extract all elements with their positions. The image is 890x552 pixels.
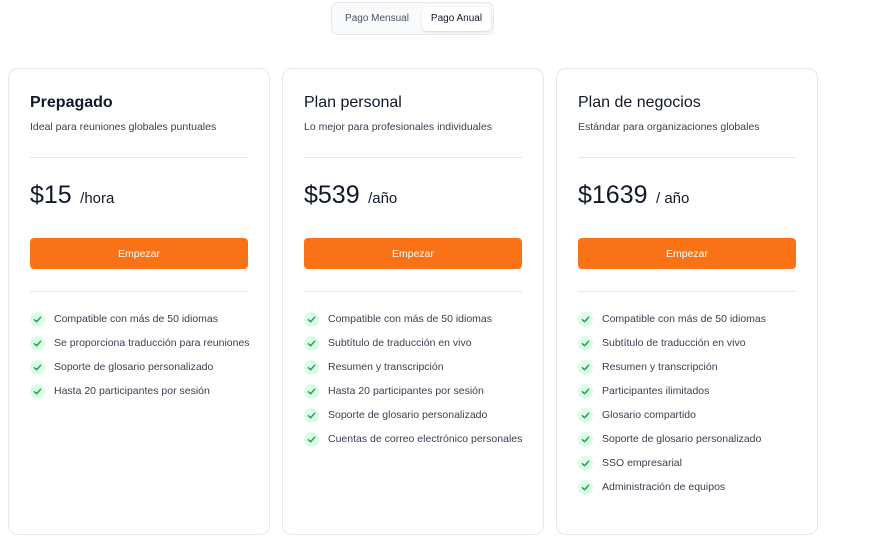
feature-item: Compatible con más de 50 idiomas xyxy=(30,312,255,327)
check-icon xyxy=(304,408,319,423)
check-icon xyxy=(304,312,319,327)
feature-item: Compatible con más de 50 idiomas xyxy=(578,312,803,327)
check-icon xyxy=(304,432,319,447)
monthly-billing-option[interactable]: Pago Mensual xyxy=(336,7,418,31)
price-unit: /hora xyxy=(80,190,115,207)
plan-card-prepaid: Prepagado Ideal para reuniones globales … xyxy=(8,68,270,535)
feature-item: Participantes ilimitados xyxy=(578,384,803,399)
divider xyxy=(30,291,248,292)
feature-text: Participantes ilimitados xyxy=(602,385,710,397)
check-icon xyxy=(304,336,319,351)
feature-item: Resumen y transcripción xyxy=(304,360,529,375)
feature-list: Compatible con más de 50 idiomas Subtítul… xyxy=(304,312,529,456)
check-icon xyxy=(30,360,45,375)
plan-subtitle: Ideal para reuniones globales puntuales xyxy=(30,121,217,133)
feature-text: Soporte de glosario personalizado xyxy=(328,409,488,421)
feature-text: Resumen y transcripción xyxy=(328,361,444,373)
feature-item: Resumen y transcripción xyxy=(578,360,803,375)
feature-item: Soporte de glosario personalizado xyxy=(304,408,529,423)
price-unit: / año xyxy=(655,190,690,207)
feature-text: Cuentas de correo electrónico personales xyxy=(328,433,523,445)
price-amount: $1639 xyxy=(578,181,648,209)
check-icon xyxy=(578,432,593,447)
get-started-button[interactable]: Empezar xyxy=(578,238,796,269)
plan-price: $15 /hora xyxy=(30,181,114,210)
feature-text: Subtítulo de traducción en vivo xyxy=(602,337,746,349)
feature-item: Soporte de glosario personalizado xyxy=(578,432,803,447)
feature-text: Soporte de glosario personalizado xyxy=(54,361,214,373)
plan-title: Prepagado xyxy=(30,94,113,111)
check-icon xyxy=(578,336,593,351)
check-icon xyxy=(30,384,45,399)
feature-text: Soporte de glosario personalizado xyxy=(602,433,762,445)
divider xyxy=(578,157,796,158)
feature-text: Compatible con más de 50 idiomas xyxy=(328,313,493,325)
plan-subtitle: Estándar para organizaciones globales xyxy=(578,121,760,133)
plan-price: $539 /año xyxy=(304,181,397,210)
feature-text: Resumen y transcripción xyxy=(602,361,718,373)
plan-title: Plan de negocios xyxy=(578,94,701,111)
feature-text: Compatible con más de 50 idiomas xyxy=(602,313,767,325)
feature-item: Soporte de glosario personalizado xyxy=(30,360,255,375)
check-icon xyxy=(30,336,45,351)
feature-item: Hasta 20 participantes por sesión xyxy=(304,384,529,399)
feature-text: Glosario compartido xyxy=(602,409,696,421)
feature-item: Hasta 20 participantes por sesión xyxy=(30,384,255,399)
price-unit: /año xyxy=(368,190,398,207)
check-icon xyxy=(304,360,319,375)
check-icon xyxy=(30,312,45,327)
plan-title: Plan personal xyxy=(304,94,402,111)
feature-item: Administración de equipos xyxy=(578,480,803,495)
feature-text: Administración de equipos xyxy=(602,481,726,493)
feature-item: Cuentas de correo electrónico personales xyxy=(304,432,529,447)
divider xyxy=(578,291,796,292)
feature-item: SSO empresarial xyxy=(578,456,803,471)
price-amount: $15 xyxy=(30,181,72,209)
feature-text: Subtítulo de traducción en vivo xyxy=(328,337,472,349)
check-icon xyxy=(578,360,593,375)
feature-text: Hasta 20 participantes por sesión xyxy=(328,385,484,397)
plan-price: $1639 / año xyxy=(578,181,689,210)
feature-text: Compatible con más de 50 idiomas xyxy=(54,313,219,325)
check-icon xyxy=(578,384,593,399)
get-started-button[interactable]: Empezar xyxy=(304,238,522,269)
divider xyxy=(304,291,522,292)
billing-toggle: Pago Mensual Pago Anual xyxy=(331,2,494,35)
feature-item: Se proporciona traducción para reuniones xyxy=(30,336,255,351)
feature-text: SSO empresarial xyxy=(602,457,682,469)
price-amount: $539 xyxy=(304,181,360,209)
feature-list: Compatible con más de 50 idiomas Se propo… xyxy=(30,312,255,408)
check-icon xyxy=(578,480,593,495)
feature-item: Glosario compartido xyxy=(578,408,803,423)
plan-subtitle: Lo mejor para profesionales individuales xyxy=(304,121,492,133)
get-started-button[interactable]: Empezar xyxy=(30,238,248,269)
feature-item: Subtítulo de traducción en vivo xyxy=(304,336,529,351)
feature-list: Compatible con más de 50 idiomas Subtítul… xyxy=(578,312,803,504)
divider xyxy=(304,157,522,158)
feature-text: Hasta 20 participantes por sesión xyxy=(54,385,210,397)
feature-item: Compatible con más de 50 idiomas xyxy=(304,312,529,327)
check-icon xyxy=(578,456,593,471)
feature-item: Subtítulo de traducción en vivo xyxy=(578,336,803,351)
divider xyxy=(30,157,248,158)
plan-card-personal: Plan personal Lo mejor para profesionale… xyxy=(282,68,544,535)
check-icon xyxy=(304,384,319,399)
check-icon xyxy=(578,408,593,423)
plan-card-business: Plan de negocios Estándar para organizac… xyxy=(556,68,818,535)
check-icon xyxy=(578,312,593,327)
feature-text: Se proporciona traducción para reuniones xyxy=(54,337,250,349)
annual-billing-option[interactable]: Pago Anual xyxy=(422,7,491,31)
